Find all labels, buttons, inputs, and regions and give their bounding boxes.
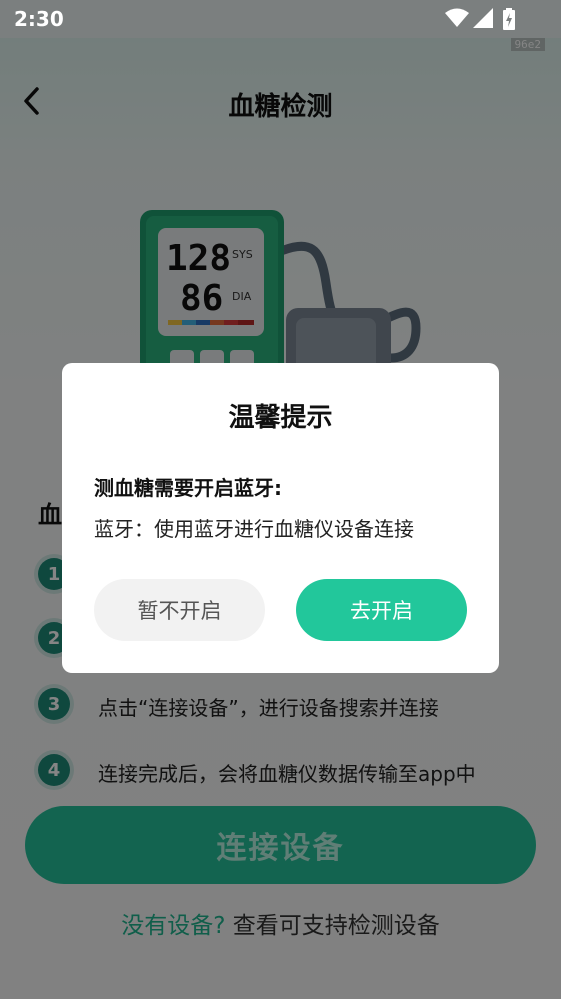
dialog-title: 温馨提示 (228, 403, 333, 433)
signal-icon (473, 8, 493, 28)
cancel-button[interactable]: 暂不开启 (94, 579, 265, 641)
enable-bluetooth-button[interactable]: 去开启 (296, 579, 467, 641)
status-icons (441, 8, 521, 30)
status-bar: 2:30 (0, 0, 561, 38)
dialog-heading: 测血糖需要开启蓝牙: (94, 476, 282, 500)
wifi-icon (445, 8, 469, 27)
battery-icon (503, 8, 515, 30)
status-time: 2:30 (14, 7, 64, 31)
dialog-body: 蓝牙：使用蓝牙进行血糖仪设备连接 (94, 517, 414, 541)
bluetooth-dialog: 温馨提示 测血糖需要开启蓝牙: 蓝牙：使用蓝牙进行血糖仪设备连接 暂不开启 去开… (62, 363, 499, 673)
